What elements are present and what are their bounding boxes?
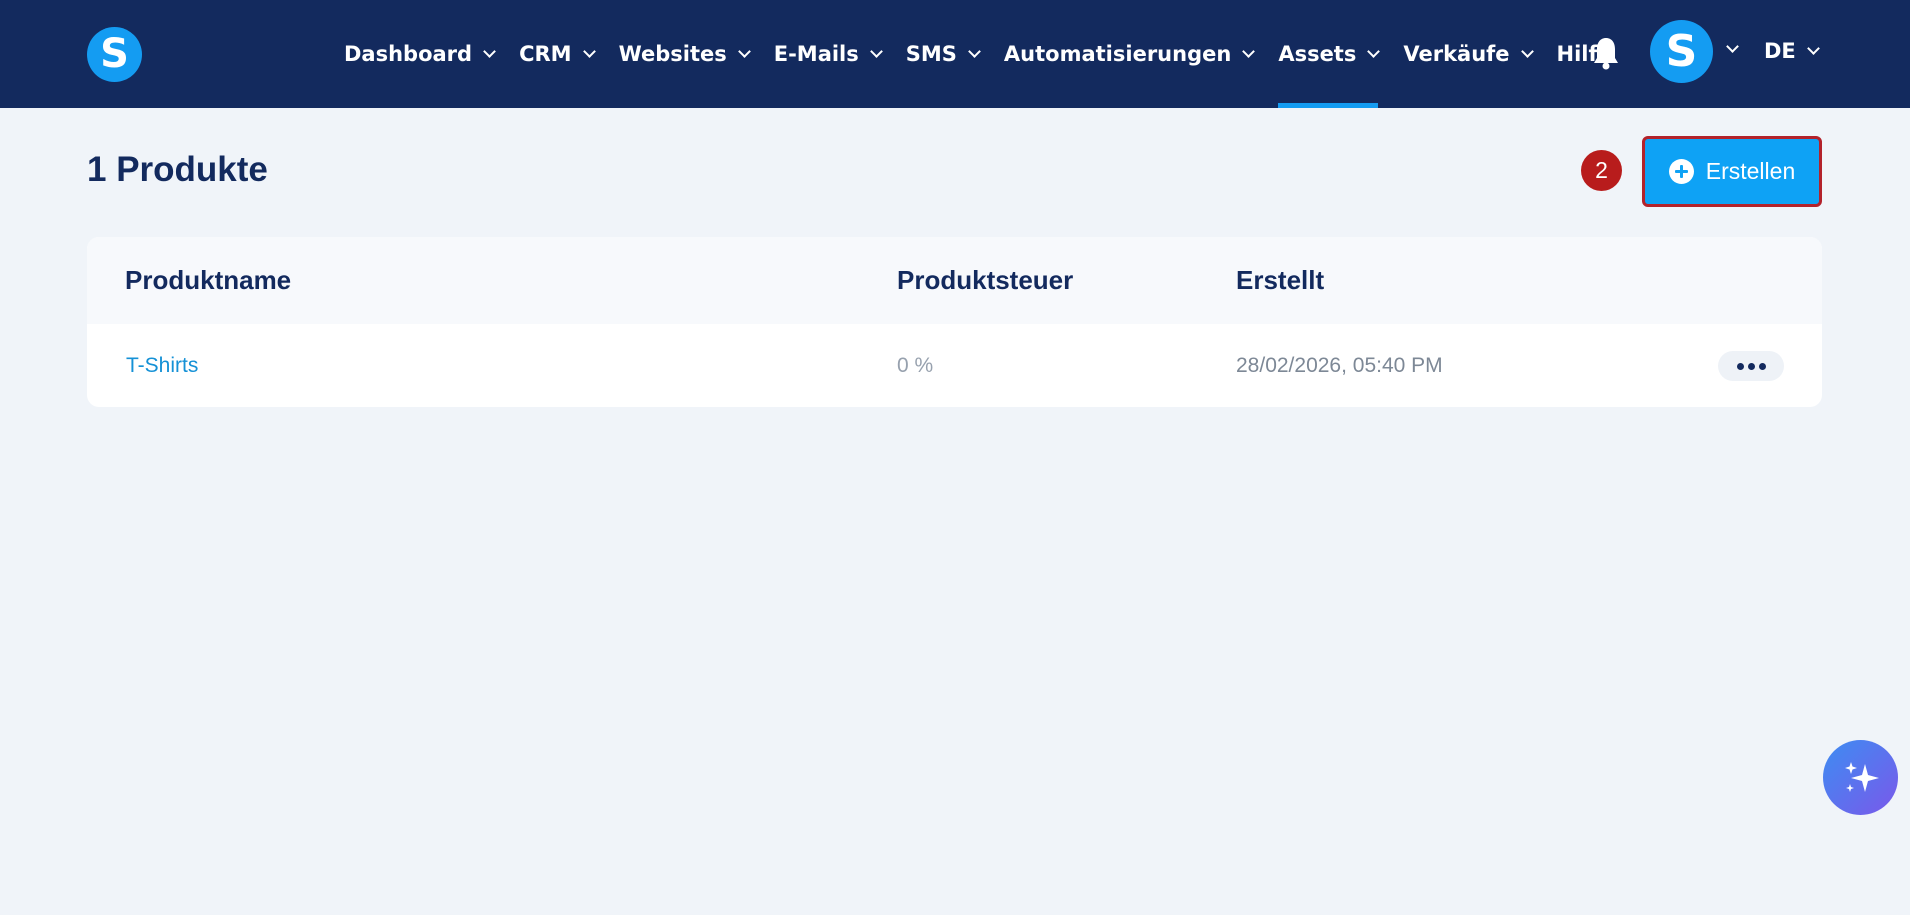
nav-item-automatisierungen[interactable]: Automatisierungen — [1003, 0, 1256, 108]
table-row: T-Shirts 0 % 28/02/2026, 05:40 PM — [87, 324, 1822, 407]
chevron-down-icon[interactable] — [1726, 40, 1739, 53]
table-header: Produktname Produktsteuer Erstellt — [87, 237, 1822, 324]
language-selector[interactable]: DE — [1764, 0, 1820, 102]
nav-item-dashboard[interactable]: Dashboard — [344, 0, 496, 108]
brand-logo[interactable]: S — [87, 27, 142, 82]
column-header-erstellt: Erstellt — [1236, 265, 1325, 295]
products-table: Produktname Produktsteuer Erstellt T-Shi… — [87, 237, 1822, 407]
chevron-down-icon — [483, 44, 496, 58]
nav-item-crm[interactable]: CRM — [519, 0, 596, 108]
product-tax: 0 % — [897, 354, 934, 377]
nav-item-sms[interactable]: SMS — [905, 0, 981, 108]
chevron-down-icon — [1242, 44, 1256, 58]
nav-item-label: Dashboard — [344, 42, 473, 66]
step-badge: 2 — [1581, 150, 1622, 191]
nav-item-label: E-Mails — [773, 42, 859, 66]
nav-item-emails[interactable]: E-Mails — [773, 0, 883, 108]
language-label: DE — [1764, 39, 1796, 63]
chevron-down-icon — [1806, 41, 1820, 55]
main-nav: Dashboard CRM Websites E-Mails SMS Autom… — [344, 0, 1612, 108]
nav-item-label: Assets — [1278, 42, 1357, 66]
nav-item-label: Automatisierungen — [1003, 42, 1232, 66]
top-navigation-bar: S Dashboard CRM Websites E-Mails SMS Aut… — [0, 0, 1910, 108]
chevron-down-icon — [968, 44, 981, 58]
bell-icon[interactable] — [1593, 36, 1619, 70]
chevron-down-icon — [869, 44, 883, 58]
nav-item-label: SMS — [905, 42, 957, 66]
more-horizontal-icon — [1735, 362, 1768, 370]
create-button[interactable]: Erstellen — [1642, 136, 1822, 207]
sparkles-icon — [1844, 761, 1879, 792]
column-header-produktsteuer: Produktsteuer — [897, 265, 1074, 295]
ai-assistant-button[interactable] — [1823, 740, 1898, 815]
create-button-label: Erstellen — [1705, 158, 1796, 184]
nav-item-verkaeufe[interactable]: Verkäufe — [1403, 0, 1534, 108]
chevron-down-icon — [1367, 44, 1381, 58]
chevron-down-icon — [582, 44, 596, 58]
nav-item-label: Websites — [618, 42, 727, 66]
nav-item-label: Verkäufe — [1403, 42, 1510, 66]
product-created-date: 28/02/2026, 05:40 PM — [1236, 354, 1443, 377]
page-title: 1 Produkte — [87, 150, 268, 189]
user-avatar[interactable]: S — [1650, 20, 1713, 83]
column-header-produktname: Produktname — [125, 265, 292, 295]
nav-item-websites[interactable]: Websites — [618, 0, 751, 108]
row-actions-button[interactable] — [1718, 351, 1784, 381]
plus-circle-icon — [1668, 159, 1694, 184]
product-name-link[interactable]: T-Shirts — [126, 324, 198, 407]
nav-item-label: CRM — [519, 42, 572, 66]
nav-item-assets[interactable]: Assets — [1278, 0, 1381, 108]
chevron-down-icon — [1520, 44, 1534, 58]
chevron-down-icon — [737, 44, 751, 58]
